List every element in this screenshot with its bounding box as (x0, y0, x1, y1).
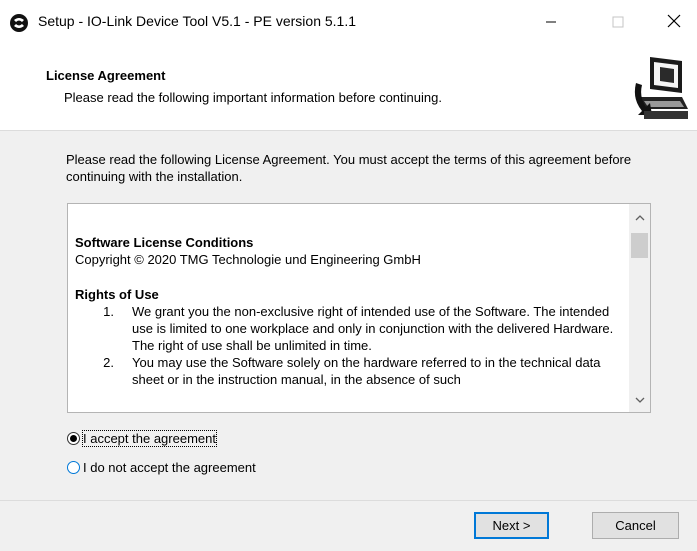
scrollbar-thumb[interactable] (631, 233, 648, 258)
app-setup-icon (9, 13, 29, 33)
maximize-button[interactable] (595, 0, 641, 44)
page-title: License Agreement (46, 68, 166, 83)
cancel-button[interactable]: Cancel (592, 512, 679, 539)
next-button[interactable]: Next > (474, 512, 549, 539)
maximize-icon (612, 12, 624, 33)
vertical-scrollbar[interactable] (629, 204, 650, 412)
chevron-up-icon (635, 212, 645, 224)
accept-radio[interactable] (67, 432, 80, 445)
scroll-down-button[interactable] (629, 390, 650, 410)
title-bar: Setup - IO-Link Device Tool V5.1 - PE ve… (0, 0, 697, 44)
decline-radio[interactable] (67, 461, 80, 474)
close-button[interactable] (651, 0, 697, 44)
license-content: Software License Conditions Copyright © … (75, 234, 630, 388)
license-copyright: Copyright © 2020 TMG Technologie und Eng… (75, 252, 421, 267)
decline-radio-option[interactable]: I do not accept the agreement (67, 460, 256, 475)
footer-divider (0, 500, 697, 501)
scroll-up-button[interactable] (629, 208, 650, 228)
license-heading: Software License Conditions (75, 235, 254, 250)
computer-setup-icon (630, 53, 692, 123)
window-title: Setup - IO-Link Device Tool V5.1 - PE ve… (38, 13, 357, 29)
minimize-button[interactable] (528, 0, 574, 44)
intro-text: Please read the following License Agreem… (66, 152, 632, 184)
accept-radio-option[interactable]: I accept the agreement (67, 430, 217, 447)
license-item-text: We grant you the non-exclusive right of … (132, 304, 614, 353)
close-icon (667, 12, 681, 33)
accept-radio-label[interactable]: I accept the agreement (82, 430, 217, 447)
minimize-icon (545, 12, 557, 33)
license-item: 2. You may use the Software solely on th… (75, 354, 630, 388)
wizard-header: License Agreement Please read the follow… (0, 44, 697, 131)
license-item-number: 1. (103, 304, 114, 319)
decline-radio-label[interactable]: I do not accept the agreement (83, 460, 256, 475)
license-item: 1. We grant you the non-exclusive right … (75, 303, 630, 354)
license-section-title: Rights of Use (75, 287, 159, 302)
license-item-number: 2. (103, 355, 114, 370)
license-textbox[interactable]: Software License Conditions Copyright © … (67, 203, 651, 413)
page-subtitle: Please read the following important info… (64, 90, 442, 105)
chevron-down-icon (635, 394, 645, 406)
license-item-text: You may use the Software solely on the h… (132, 355, 601, 387)
